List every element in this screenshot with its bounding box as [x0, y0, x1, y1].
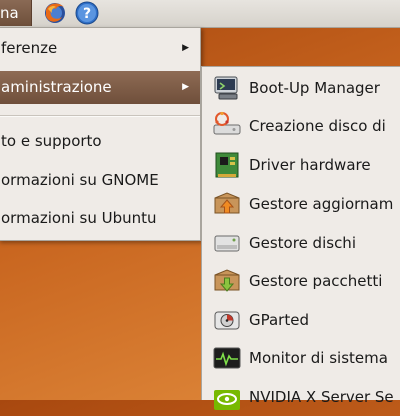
gparted-icon: [212, 305, 242, 335]
menu-item-label: ferenze: [1, 39, 58, 57]
submenu-item-label: GParted: [249, 311, 309, 329]
submenu-item-label: Creazione disco di: [249, 117, 386, 135]
submenu-item-label: Monitor di sistema: [249, 349, 388, 367]
submenu-item-gestore-dischi[interactable]: Gestore dischi: [202, 224, 400, 262]
submenu-arrow-icon: ▶: [182, 82, 189, 92]
system-monitor-icon: [212, 343, 242, 373]
menu-item-label: to e supporto: [1, 132, 102, 150]
menu-item-label: ormazioni su Ubuntu: [1, 209, 157, 227]
submenu-item-gestore-aggiornamenti[interactable]: Gestore aggiornam: [202, 185, 400, 223]
disk-manager-icon: [212, 228, 242, 258]
system-menu: ferenze ▶ aministrazione ▶ to e supporto…: [0, 27, 201, 241]
help-glyph: ?: [83, 6, 91, 22]
submenu-arrow-icon: ▶: [182, 43, 189, 53]
boot-up-manager-icon: [212, 73, 242, 103]
submenu-item-label: NVIDIA X Server Se: [249, 388, 394, 406]
package-manager-icon: [212, 266, 242, 296]
menu-item-informazioni-gnome[interactable]: ormazioni su GNOME: [0, 164, 200, 197]
submenu-item-creazione-disco[interactable]: Creazione disco di: [202, 107, 400, 145]
submenu-item-driver-hardware[interactable]: Driver hardware: [202, 146, 400, 184]
menu-item-informazioni-ubuntu[interactable]: ormazioni su Ubuntu: [0, 202, 200, 235]
top-panel: na ?: [0, 0, 400, 28]
menu-item-preferenze[interactable]: ferenze ▶: [0, 32, 200, 65]
hardware-driver-icon: [212, 150, 242, 180]
submenu-item-nvidia-x-server[interactable]: NVIDIA X Server Se: [202, 378, 400, 416]
help-icon[interactable]: ?: [75, 1, 99, 25]
menu-item-label: aministrazione: [1, 78, 112, 96]
menu-item-aiuto-e-supporto[interactable]: to e supporto: [0, 125, 200, 158]
menu-separator: [0, 115, 200, 117]
submenu-item-label: Boot-Up Manager: [249, 79, 380, 97]
update-manager-icon: [212, 189, 242, 219]
menu-item-label: ormazioni su GNOME: [1, 171, 159, 189]
submenu-item-gestore-pacchetti[interactable]: Gestore pacchetti: [202, 262, 400, 300]
amministrazione-submenu: Boot-Up Manager Creazione disco di Drive…: [201, 66, 400, 410]
submenu-item-label: Driver hardware: [249, 156, 371, 174]
submenu-item-label: Gestore dischi: [249, 234, 356, 252]
menu-item-amministrazione[interactable]: aministrazione ▶: [0, 71, 200, 104]
submenu-item-label: Gestore aggiornam: [249, 195, 394, 213]
firefox-icon[interactable]: [43, 1, 67, 25]
panel-system-menu[interactable]: na: [0, 0, 32, 26]
submenu-item-monitor-di-sistema[interactable]: Monitor di sistema: [202, 339, 400, 377]
startup-disk-icon: [212, 111, 242, 141]
submenu-item-boot-up-manager[interactable]: Boot-Up Manager: [202, 69, 400, 107]
submenu-item-label: Gestore pacchetti: [249, 272, 383, 290]
nvidia-icon: [212, 382, 242, 412]
submenu-item-gparted[interactable]: GParted: [202, 301, 400, 339]
